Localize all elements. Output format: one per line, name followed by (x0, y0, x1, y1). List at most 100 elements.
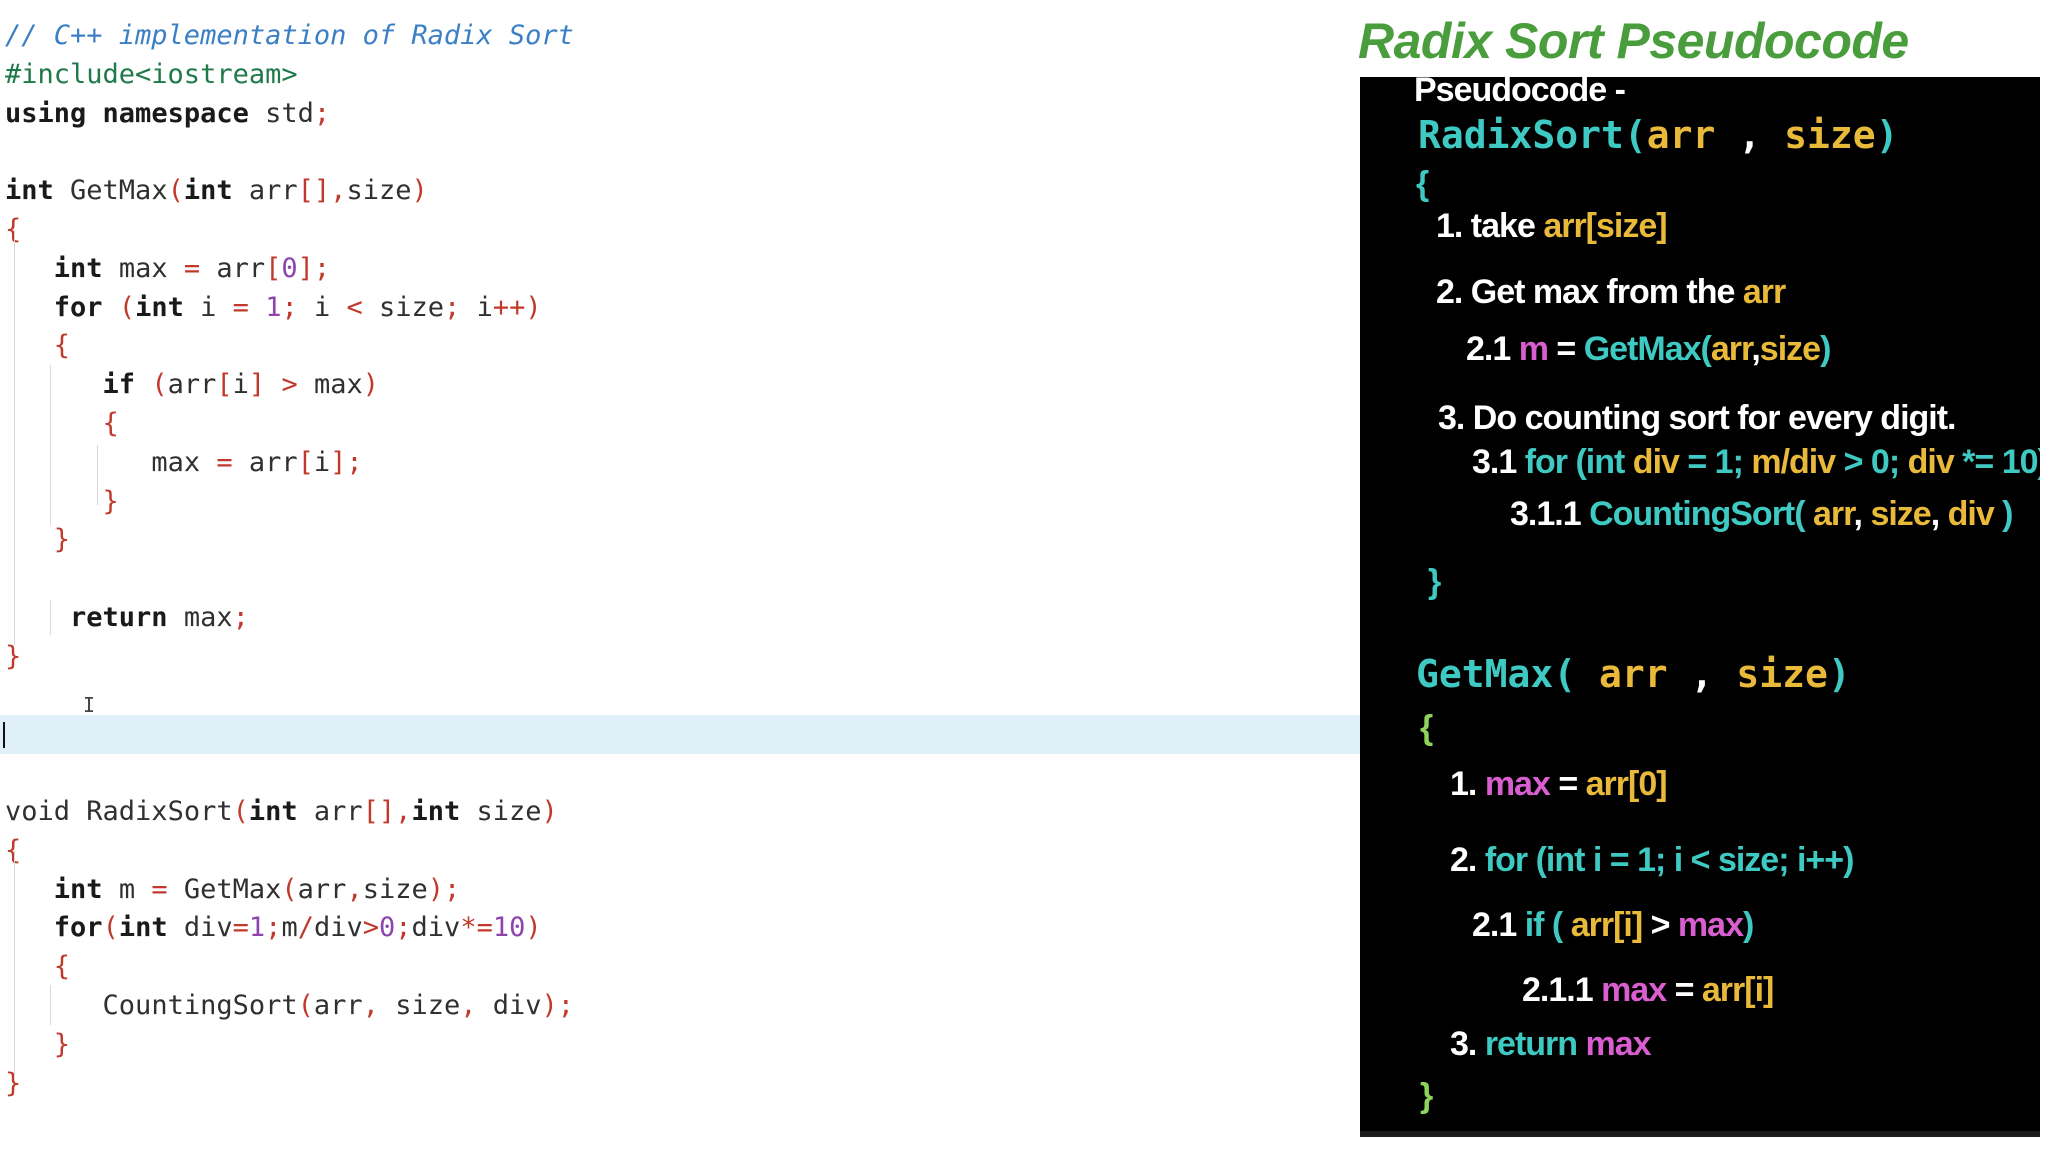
code-line[interactable]: } (0, 638, 1360, 677)
code-line[interactable]: return max; (0, 599, 1360, 638)
code-token: } (53, 524, 71, 556)
code-line[interactable]: } (0, 483, 1360, 522)
pseudocode-token: ) (1742, 906, 1754, 944)
pseudocode-token: size (1870, 495, 1931, 533)
code-line[interactable]: { (0, 327, 1360, 366)
code-line[interactable]: CountingSort(arr, size, div); (0, 987, 1360, 1026)
pseudocode-token: 3.1.1 (1510, 495, 1590, 533)
pseudocode-token: CountingSort( (1589, 495, 1805, 533)
code-line[interactable]: if (arr[i] > max) (0, 366, 1360, 405)
code-token: arr (297, 873, 347, 905)
pseudocode-token: return (1484, 1025, 1586, 1063)
code-line[interactable]: void RadixSort(int arr[],int size) (0, 793, 1360, 832)
code-token: return (70, 601, 168, 633)
code-token: ; (232, 601, 249, 633)
pseudocode-token: 1. take (1436, 207, 1544, 245)
code-token: < (346, 291, 363, 323)
code-line[interactable]: } (0, 1065, 1360, 1104)
code-token: [], (362, 795, 412, 827)
pseudocode-line: 3. return max (1450, 1025, 1652, 1064)
pseudocode-token: 2. (1450, 841, 1485, 879)
pseudocode-token: m (1518, 330, 1549, 368)
code-token: CountingSort (102, 989, 298, 1021)
code-editor[interactable]: // C++ implementation of Radix Sort #incl… (0, 0, 1360, 1152)
code-line[interactable]: using namespace std; (0, 95, 1360, 134)
code-token: RadixSort (70, 795, 233, 827)
pseudocode-token: GetMax( (1416, 652, 1577, 696)
code-line[interactable] (0, 133, 1360, 172)
code-token: int (183, 175, 233, 207)
code-token: > (281, 369, 298, 401)
code-token: arr (297, 795, 363, 827)
pseudocode-token: size (1784, 113, 1876, 157)
code-token: ) (411, 175, 428, 207)
code-line[interactable] (0, 560, 1360, 599)
code-line[interactable]: int m = GetMax(arr,size); (0, 871, 1360, 910)
code-token: [ (297, 446, 314, 478)
code-line[interactable]: for(int div=1;m/div>0;div*=10) (0, 909, 1360, 948)
code-line[interactable]: int GetMax(int arr[],size) (0, 172, 1360, 211)
code-token: { (53, 330, 71, 362)
code-token: = (151, 873, 168, 905)
current-line[interactable] (0, 715, 1360, 755)
code-token: ( (167, 175, 184, 207)
code-line[interactable]: #include<iostream> (0, 56, 1360, 95)
code-token: int (135, 291, 184, 323)
pseudocode-token: RadixSort( (1418, 113, 1647, 157)
pseudocode-line: 2.1.1 max = arr[i] (1522, 971, 1774, 1010)
code-token: void (5, 795, 71, 827)
code-token: namespace (102, 97, 249, 129)
pseudocode-token: 1. (1450, 765, 1485, 803)
code-token: = (232, 291, 249, 323)
code-line[interactable]: { (0, 211, 1360, 250)
code-token: arr (313, 989, 363, 1021)
pseudocode-token: = (1666, 971, 1702, 1009)
code-token: div (411, 912, 461, 944)
pseudocode-token: , (1853, 495, 1871, 533)
code-line[interactable]: max = arr[i]; (0, 444, 1360, 483)
code-token: i (297, 291, 347, 323)
code-token: ]; (330, 446, 363, 478)
code-token: [], (297, 175, 347, 207)
pseudocode-token: , (1667, 652, 1737, 696)
pseudocode-token: size (1736, 652, 1828, 696)
pseudocode-token: = (1547, 330, 1584, 368)
code-line[interactable]: int max = arr[0]; (0, 250, 1360, 289)
code-lines[interactable]: // C++ implementation of Radix Sort #incl… (0, 17, 1360, 1103)
code-token: GetMax (167, 873, 282, 905)
pseudocode-line: 3.1.1 CountingSort( arr, size, div ) (1510, 495, 2014, 534)
code-token: / (297, 912, 314, 944)
code-line[interactable]: for (int i = 1; i < size; i++) (0, 289, 1360, 328)
pseudocode-token: max (1677, 906, 1744, 944)
code-line[interactable] (0, 677, 1360, 716)
pseudocode-token: if ( (1524, 906, 1571, 944)
code-token: if (102, 369, 136, 401)
pseudocode-token: { (1416, 165, 1429, 203)
code-token: i (460, 291, 493, 323)
code-line[interactable]: } (0, 521, 1360, 560)
code-token: ; (313, 97, 331, 129)
code-token: ); (427, 873, 461, 905)
code-line[interactable]: } (0, 1026, 1360, 1065)
code-token: ( (151, 369, 168, 401)
pseudocode-token: arr[i] (1701, 971, 1774, 1009)
code-line[interactable]: { (0, 405, 1360, 444)
code-token: max (167, 601, 233, 633)
pseudocode-line: 1. take arr[size] (1436, 207, 1668, 246)
pseudocode-token: div (1947, 495, 1995, 533)
pseudocode-token: { (1420, 709, 1433, 747)
code-line[interactable] (0, 754, 1360, 793)
code-token: ) (541, 795, 558, 827)
code-token: , (460, 989, 477, 1021)
code-line[interactable]: { (0, 832, 1360, 871)
pseudocode-token: = 1; (1678, 443, 1752, 481)
pseudocode-token: for (int (1524, 443, 1633, 481)
code-line[interactable]: { (0, 948, 1360, 987)
code-line[interactable]: // C++ implementation of Radix Sort (0, 17, 1360, 56)
pseudocode-token: ) (1827, 652, 1851, 696)
